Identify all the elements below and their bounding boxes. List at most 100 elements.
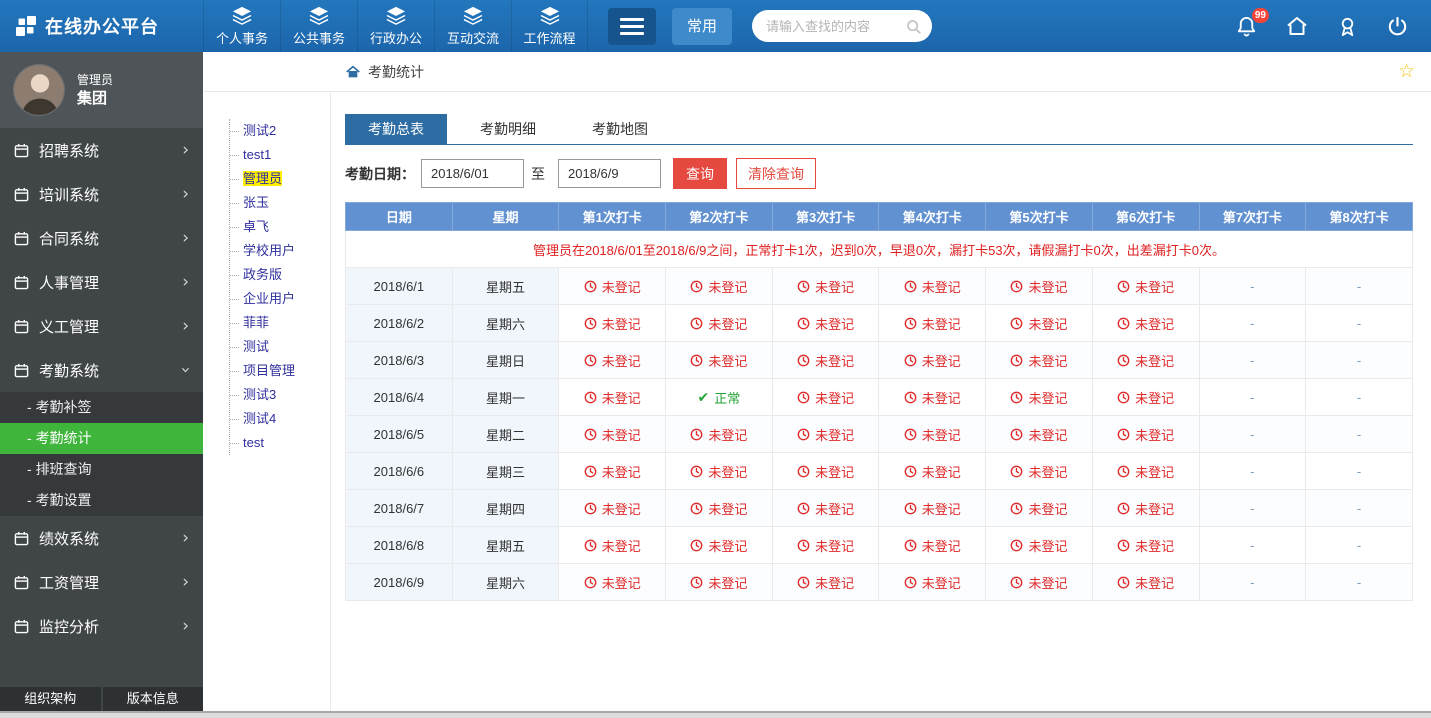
punch-cell: 未登记	[879, 305, 986, 342]
clock-icon	[904, 428, 917, 441]
layers-icon	[231, 6, 253, 25]
hamburger-menu-button[interactable]	[608, 8, 656, 45]
punch-missed: 未登记	[1117, 277, 1174, 296]
home-icon[interactable]	[1285, 14, 1309, 38]
tab[interactable]: 考勤地图	[569, 114, 671, 144]
punch-missed: 未登记	[797, 388, 854, 407]
sidebar-item[interactable]: 义工管理›	[0, 304, 203, 348]
sidebar-item[interactable]: 人事管理›	[0, 260, 203, 304]
top-nav-item[interactable]: 公共事务	[280, 0, 357, 52]
punch-missed: 未登记	[1010, 573, 1067, 592]
date-to-input[interactable]	[558, 159, 661, 188]
punch-status-label: 未登记	[708, 314, 747, 333]
tab[interactable]: 考勤明细	[457, 114, 559, 144]
clock-icon	[1010, 280, 1023, 293]
weekday-cell: 星期四	[452, 490, 559, 527]
search-icon[interactable]	[905, 18, 922, 35]
notification-badge: 99	[1252, 8, 1269, 23]
punch-status-label: 未登记	[815, 462, 854, 481]
clear-search-button[interactable]: 清除查询	[736, 158, 816, 189]
date-from-input[interactable]	[421, 159, 524, 188]
clock-icon	[904, 280, 917, 293]
search-button[interactable]: 查询	[673, 158, 727, 189]
sidebar-item-label: 培训系统	[39, 184, 182, 205]
clock-icon	[584, 354, 597, 367]
tree-item[interactable]: 测试	[230, 335, 330, 359]
tree-item[interactable]: 测试2	[230, 119, 330, 143]
breadcrumb-home-icon	[345, 64, 361, 80]
version-info-button[interactable]: 版本信息	[103, 687, 204, 711]
tree-item[interactable]: 政务版	[230, 263, 330, 287]
tree-item[interactable]: 企业用户	[230, 287, 330, 311]
search-input[interactable]	[766, 19, 905, 34]
clock-icon	[1117, 428, 1130, 441]
avatar	[13, 64, 65, 116]
notifications-bell-icon[interactable]: 99	[1235, 15, 1258, 38]
punch-status-label: 未登记	[922, 388, 961, 407]
chevron-right-icon: ›	[182, 184, 189, 204]
summary-row: 管理员在2018/6/01至2018/6/9之间，正常打卡1次，迟到0次，早退0…	[346, 231, 1413, 268]
sidebar-subitem[interactable]: 考勤补签	[0, 392, 203, 423]
tree-item[interactable]: 测试4	[230, 407, 330, 431]
column-header: 日期	[346, 203, 453, 231]
favorite-star-icon[interactable]: ☆	[1398, 60, 1415, 83]
top-nav-item[interactable]: 行政办公	[357, 0, 434, 52]
award-icon[interactable]	[1336, 15, 1359, 38]
tree-item[interactable]: 管理员	[230, 167, 330, 191]
query-form: 考勤日期： 至 查询 清除查询	[345, 158, 1413, 189]
column-header: 第6次打卡	[1092, 203, 1199, 231]
tree-item[interactable]: 测试3	[230, 383, 330, 407]
punch-missed: 未登记	[1117, 425, 1174, 444]
sidebar-item[interactable]: 招聘系统›	[0, 128, 203, 172]
punch-cell: -	[1306, 453, 1413, 490]
tree-item[interactable]: 项目管理	[230, 359, 330, 383]
punch-cell: 未登记	[879, 342, 986, 379]
sidebar-subitem[interactable]: 考勤设置	[0, 485, 203, 516]
top-nav-item[interactable]: 互动交流	[434, 0, 511, 52]
table-row: 2018/6/1星期五未登记未登记未登记未登记未登记未登记--	[346, 268, 1413, 305]
tab[interactable]: 考勤总表	[345, 114, 447, 144]
punch-missed: 未登记	[584, 425, 641, 444]
clock-icon	[1010, 428, 1023, 441]
sidebar-item[interactable]: 合同系统›	[0, 216, 203, 260]
user-profile[interactable]: 管理员 集团	[0, 52, 203, 128]
calendar-icon	[14, 275, 29, 290]
user-tree: 测试2test1管理员张玉卓飞学校用户政务版企业用户菲菲测试项目管理测试3测试4…	[229, 119, 330, 455]
punch-missed: 未登记	[797, 573, 854, 592]
tree-item[interactable]: 张玉	[230, 191, 330, 215]
tree-item[interactable]: 卓飞	[230, 215, 330, 239]
sidebar-item[interactable]: 监控分析›	[0, 604, 203, 648]
top-nav-item[interactable]: 个人事务	[203, 0, 280, 52]
power-icon[interactable]	[1386, 15, 1409, 38]
clock-icon	[690, 502, 703, 515]
sidebar-item[interactable]: 绩效系统›	[0, 516, 203, 560]
clock-icon	[904, 539, 917, 552]
org-structure-button[interactable]: 组织架构	[0, 687, 101, 711]
sidebar-subitem[interactable]: 排班查询	[0, 454, 203, 485]
sidebar-item[interactable]: 工资管理›	[0, 560, 203, 604]
app-title: 在线办公平台	[45, 13, 159, 39]
punch-cell: 未登记	[772, 490, 879, 527]
punch-cell: 未登记	[666, 490, 773, 527]
tree-item[interactable]: 菲菲	[230, 311, 330, 335]
top-nav-item[interactable]: 工作流程	[511, 0, 588, 52]
clock-icon	[1117, 317, 1130, 330]
tree-item[interactable]: 学校用户	[230, 239, 330, 263]
top-bar: 在线办公平台 个人事务公共事务行政办公互动交流工作流程 常用 99	[0, 0, 1431, 52]
punch-missed: 未登记	[690, 499, 747, 518]
punch-status-label: 未登记	[602, 425, 641, 444]
common-button[interactable]: 常用	[672, 8, 732, 45]
tree-item[interactable]: test	[230, 431, 330, 455]
sidebar-subitem[interactable]: 考勤统计	[0, 423, 203, 454]
calendar-icon	[14, 187, 29, 202]
punch-cell: 未登记	[1092, 490, 1199, 527]
punch-cell: 未登记	[666, 416, 773, 453]
tree-item[interactable]: test1	[230, 143, 330, 167]
punch-cell: -	[1306, 268, 1413, 305]
punch-status-label: 未登记	[1028, 277, 1067, 296]
punch-missed: 未登记	[690, 277, 747, 296]
sidebar-item[interactable]: 考勤系统›	[0, 348, 203, 392]
sidebar-item[interactable]: 培训系统›	[0, 172, 203, 216]
punch-status-label: 正常	[714, 388, 740, 407]
punch-cell: -	[1199, 453, 1306, 490]
